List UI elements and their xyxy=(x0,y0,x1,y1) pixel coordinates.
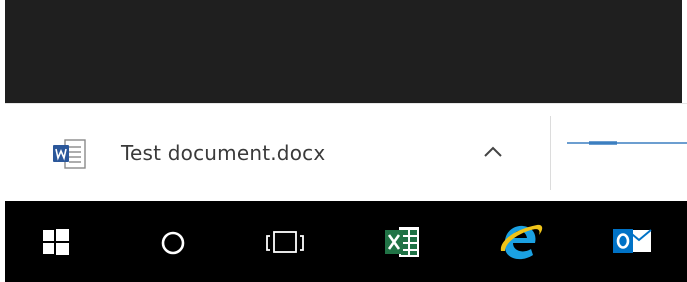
word-document-icon xyxy=(51,139,89,171)
task-view-button[interactable] xyxy=(255,201,315,282)
download-progress-indicator xyxy=(567,132,687,145)
download-item[interactable]: Test document.docx xyxy=(5,104,550,202)
taskbar xyxy=(5,201,687,282)
task-view-icon xyxy=(266,231,304,253)
download-bar-divider xyxy=(550,116,551,190)
internet-explorer-button[interactable] xyxy=(491,201,551,282)
screen: Test document.docx xyxy=(0,0,687,282)
outlook-button[interactable] xyxy=(605,201,665,282)
download-bar: Test document.docx xyxy=(5,103,687,202)
windows-logo-icon xyxy=(43,229,69,255)
search-button[interactable] xyxy=(143,201,203,282)
internet-explorer-icon xyxy=(500,224,543,260)
start-button[interactable] xyxy=(29,201,89,282)
excel-button[interactable] xyxy=(375,201,435,282)
excel-icon xyxy=(385,227,419,257)
cortana-circle-icon xyxy=(161,231,185,255)
browser-page-content xyxy=(5,0,682,103)
download-file-name: Test document.docx xyxy=(121,141,326,165)
outlook-icon xyxy=(613,229,652,253)
chevron-up-icon[interactable] xyxy=(475,134,511,170)
